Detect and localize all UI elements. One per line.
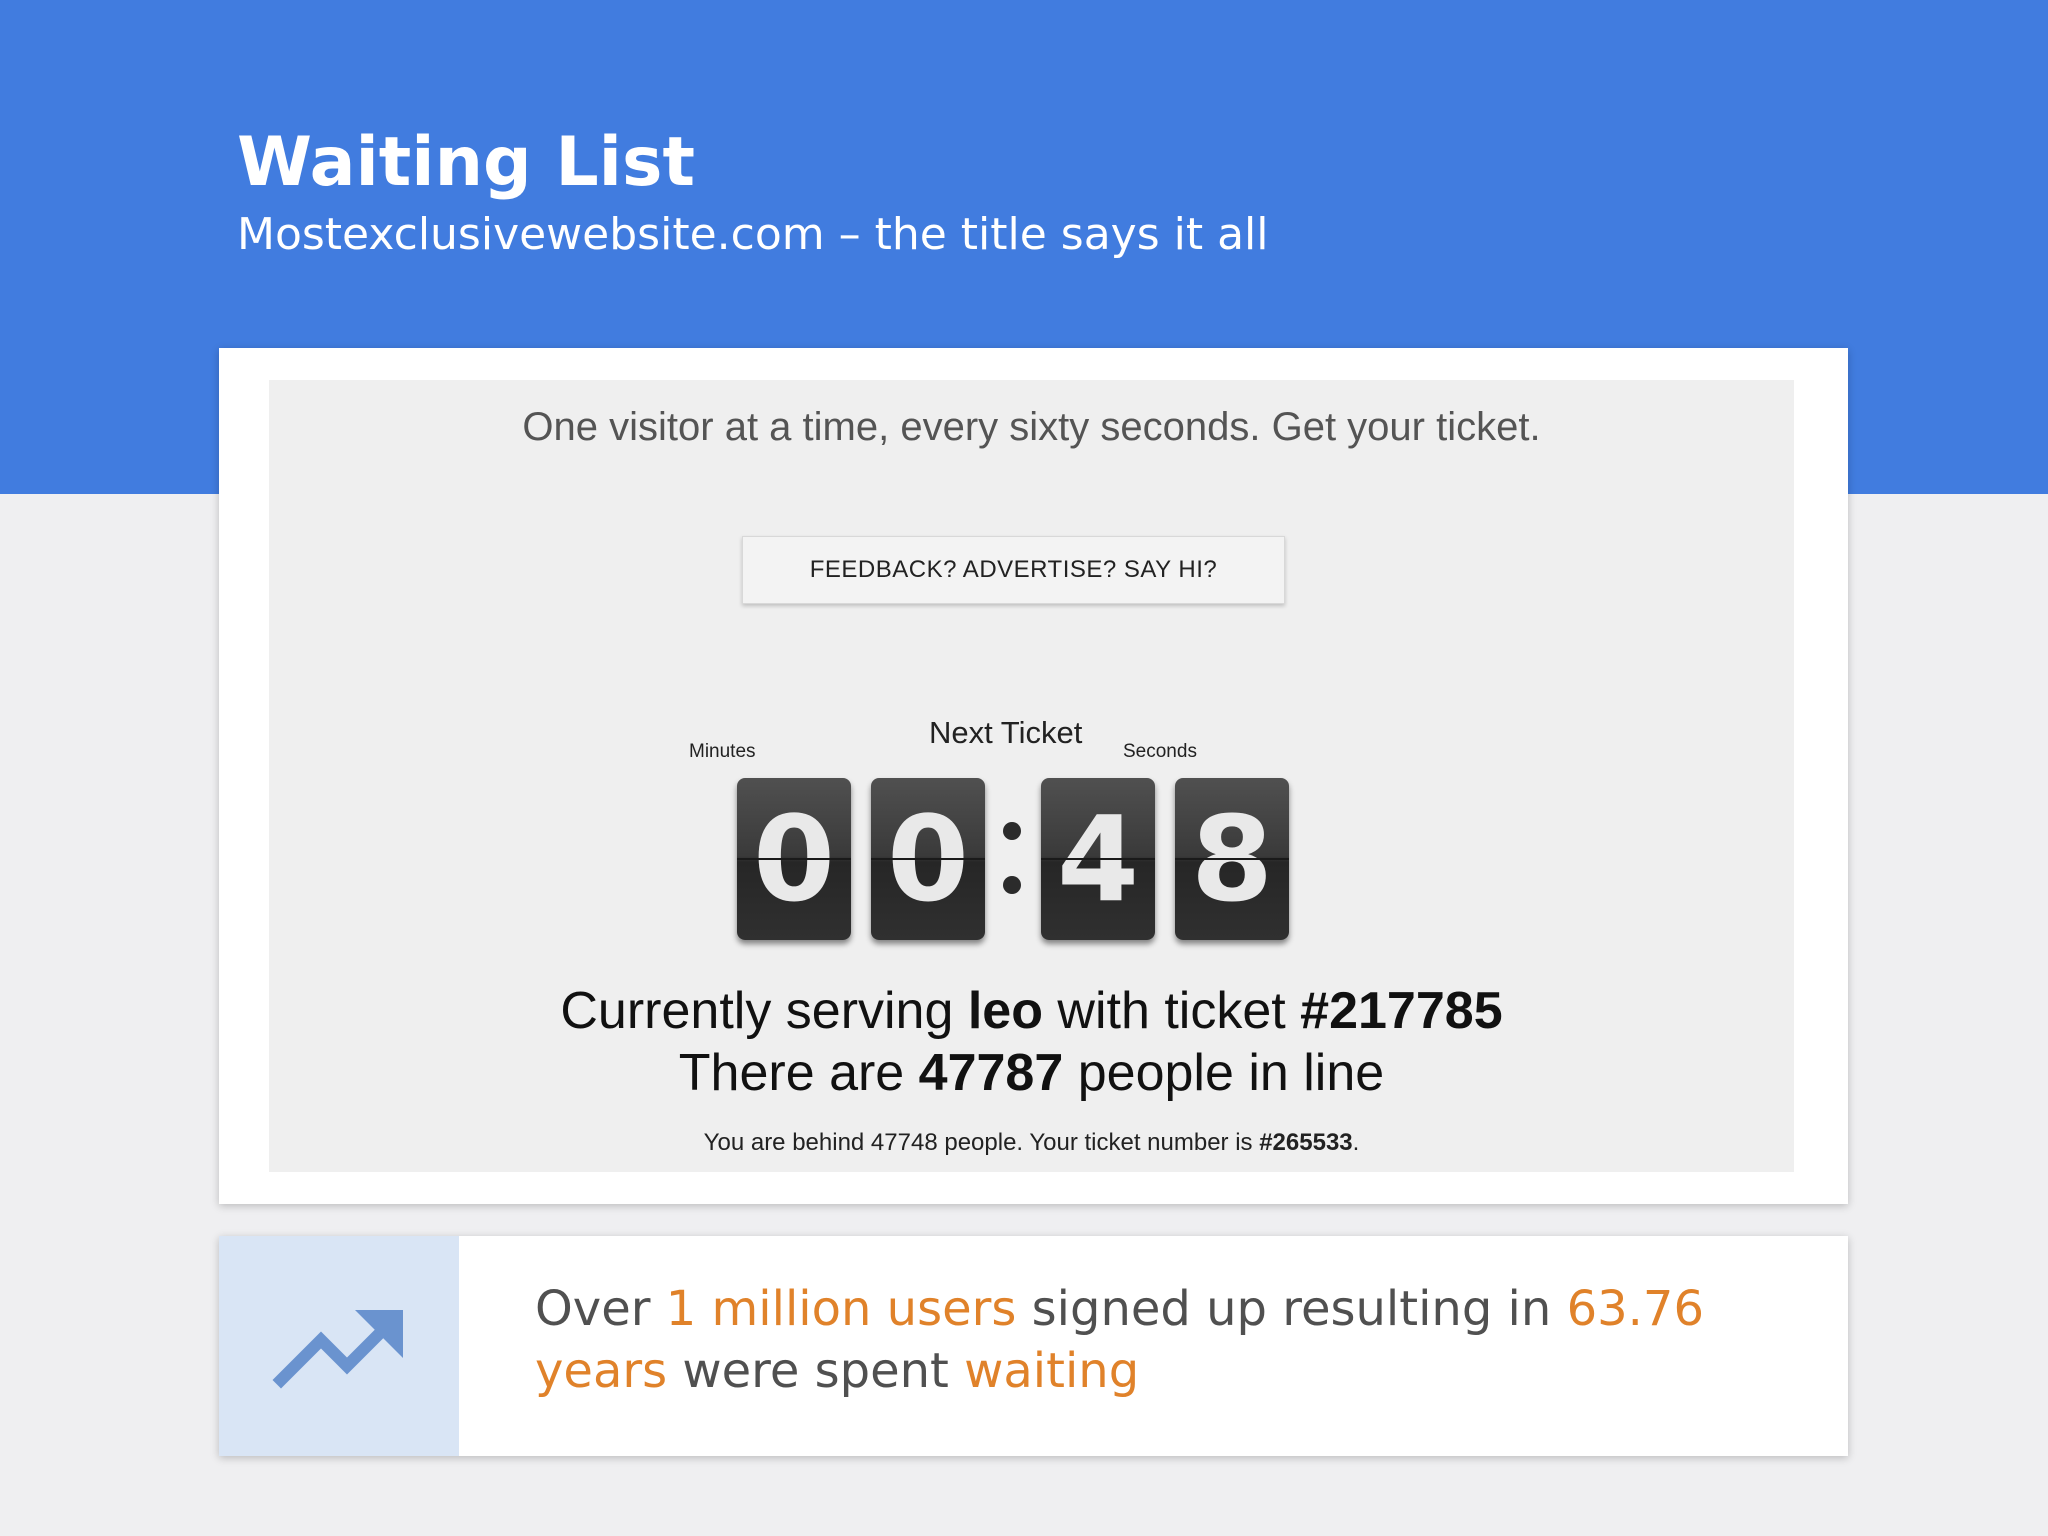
timer-colon-bottom-dot [1003,876,1021,894]
line-suffix: people in line [1063,1044,1385,1102]
serving-name: leo [967,982,1043,1040]
website-screenshot: One visitor at a time, every sixty secon… [269,380,1794,1172]
timer-digit-seconds-tens: 4 [1041,778,1155,940]
line-count-value: 47787 [918,1044,1064,1102]
behind-suffix: . [1352,1129,1360,1156]
digit-value: 8 [1190,790,1274,928]
line-prefix: There are [678,1044,919,1102]
your-ticket-info: You are behind 47748 people. Your ticket… [269,1128,1794,1158]
stat-text-part: Over [535,1281,666,1337]
seconds-label: Seconds [1123,741,1197,762]
stat-card: Over 1 million users signed up resulting… [219,1236,1848,1456]
stat-text: Over 1 million users signed up resulting… [535,1278,1795,1402]
people-in-line: There are 47787 people in line [269,1042,1794,1104]
digit-value: 0 [886,790,970,928]
timer-digit-seconds-ones: 8 [1175,778,1289,940]
behind-prefix: You are behind 47748 people. Your ticket… [703,1129,1260,1156]
stat-text-part: were spent [667,1343,965,1399]
your-ticket-number: #265533 [1259,1129,1353,1156]
slide-title: Waiting List [237,123,695,202]
serving-prefix: Currently serving [560,982,968,1040]
stat-highlight-users: 1 million users [665,1281,1017,1337]
timer-colon-top-dot [1003,822,1021,840]
digit-value: 4 [1056,790,1140,928]
stat-highlight-waiting: waiting [964,1343,1140,1399]
timer-digit-minutes-tens: 0 [737,778,851,940]
feedback-button[interactable]: FEEDBACK? ADVERTISE? SAY HI? [742,536,1285,604]
next-ticket-label: Next Ticket [929,715,1083,750]
stat-icon-box [219,1236,459,1456]
trending-up-icon [272,1310,403,1389]
digit-value: 0 [752,790,836,928]
website-tagline: One visitor at a time, every sixty secon… [522,405,1541,449]
minutes-label: Minutes [689,741,756,762]
timer-digit-minutes-ones: 0 [871,778,985,940]
serving-ticket: #217785 [1300,982,1503,1040]
serving-middle: with ticket [1042,982,1301,1040]
stat-text-part: signed up resulting in [1016,1281,1567,1337]
currently-serving-line: Currently serving leo with ticket #21778… [269,980,1794,1042]
slide-subtitle: Mostexclusivewebsite.com – the title say… [237,209,1269,260]
screenshot-card: One visitor at a time, every sixty secon… [219,348,1848,1204]
